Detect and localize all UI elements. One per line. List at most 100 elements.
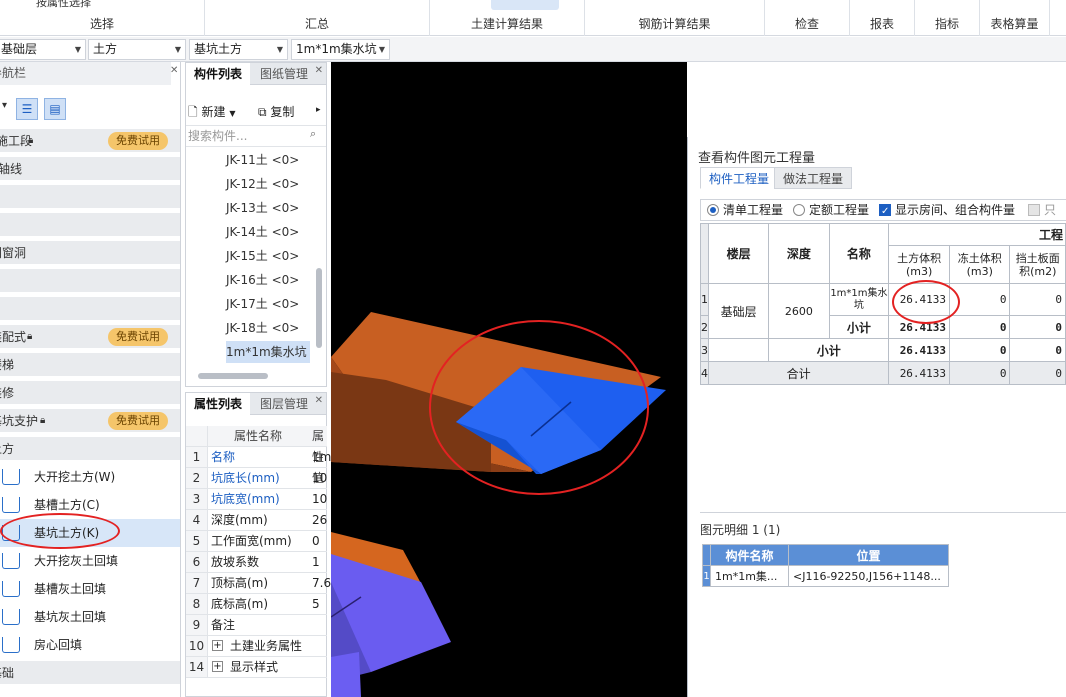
property-value[interactable]: 5 — [312, 594, 320, 615]
property-value[interactable]: 10 — [312, 468, 327, 489]
expand-icon[interactable]: + — [212, 640, 223, 651]
property-value[interactable]: 26 — [312, 510, 327, 531]
property-row[interactable]: 2 坑底长(mm) 10 — [186, 468, 327, 489]
property-row[interactable]: +14 显示样式 — [186, 657, 327, 678]
tab-layer-manage[interactable]: 图层管理 — [252, 393, 316, 415]
ribbon-group-rebar-result[interactable]: 钢筋计算结果 — [585, 0, 765, 36]
cell-frozen-volume[interactable]: 0 — [949, 338, 1011, 362]
nav-category[interactable]: 基础 — [0, 660, 180, 684]
nav-category[interactable]: 门窗洞 — [0, 240, 180, 264]
nav-category[interactable]: 装修 — [0, 380, 180, 404]
property-row[interactable]: 4 深度(mm) 26 — [186, 510, 327, 531]
3d-viewport[interactable] — [331, 62, 687, 697]
radio-quota-quantity[interactable]: 定额工程量 — [793, 200, 869, 220]
nav-item-excavation[interactable]: 大开挖土方(W) — [0, 463, 180, 491]
tab-method-quantity[interactable]: 做法工程量 — [774, 167, 853, 189]
cell-retaining-area[interactable]: 0 — [1009, 283, 1066, 316]
type-select[interactable]: 基坑土方 ▼ — [189, 39, 288, 60]
nav-item-excavation-backfill[interactable]: 大开挖灰土回填 — [0, 547, 180, 575]
detail-cell-position[interactable]: <J116-92250,J156+1148... — [788, 565, 949, 587]
nav-item-pit-backfill[interactable]: 基坑灰土回填 — [0, 603, 180, 631]
property-row[interactable]: 3 坑底宽(mm) 10 — [186, 489, 327, 510]
list-item[interactable]: JK-18土 <0> — [226, 317, 316, 339]
horizontal-scrollbar[interactable] — [198, 373, 268, 379]
cell-name[interactable]: 1m*1m集水坑 — [828, 283, 890, 316]
cell-frozen-volume[interactable]: 0 — [949, 315, 1011, 339]
ribbon-group-index[interactable]: 指标 — [915, 0, 980, 36]
category-select[interactable]: 土方 ▼ — [88, 39, 186, 60]
cell-retaining-area[interactable]: 0 — [1009, 315, 1066, 339]
tab-property-list[interactable]: 属性列表 — [186, 393, 251, 415]
nav-category[interactable] — [0, 212, 180, 236]
property-row[interactable]: 5 工作面宽(mm) 0 — [186, 531, 327, 552]
ribbon-group-civil-result[interactable]: 土建计算结果 — [430, 0, 585, 36]
detail-view-icon[interactable]: ▤ — [44, 98, 66, 120]
component-select[interactable]: 1m*1m集水坑 ▼ — [291, 39, 390, 60]
more-icon[interactable]: ▸ — [316, 105, 321, 115]
search-icon[interactable]: ⌕ — [310, 127, 316, 141]
chevron-down-icon[interactable]: ▾ — [2, 100, 7, 111]
property-row[interactable]: 7 顶标高(m) 7.6 — [186, 573, 331, 594]
list-item[interactable]: JK-17土 <0> — [226, 293, 316, 315]
tab-component-quantity[interactable]: 构件工程量 — [700, 167, 779, 189]
ribbon-group-table-calc[interactable]: 表格算量 — [980, 0, 1050, 36]
list-item[interactable]: JK-13土 <0> — [226, 197, 316, 219]
cell-frozen-volume[interactable]: 0 — [949, 361, 1011, 385]
close-icon[interactable]: ✕ — [170, 65, 178, 76]
nav-category[interactable] — [0, 184, 180, 208]
search-input[interactable]: 搜索构件... — [186, 125, 326, 147]
nav-item-room-backfill[interactable]: 房心回填 — [0, 631, 180, 659]
close-icon[interactable]: ✕ — [315, 65, 323, 76]
list-item-selected[interactable]: 1m*1m集水坑 — [226, 341, 310, 363]
property-row[interactable]: 1 名称 1m — [186, 447, 331, 468]
nav-category[interactable]: 轴线 — [0, 156, 180, 180]
free-trial-badge[interactable]: 免费试用 — [108, 412, 168, 430]
nav-category[interactable]: 土方 — [0, 436, 180, 460]
property-row[interactable]: 8 底标高(m) 5 — [186, 594, 327, 615]
free-trial-badge[interactable]: 免费试用 — [108, 328, 168, 346]
list-item[interactable]: JK-15土 <0> — [226, 245, 316, 267]
detail-cell-name[interactable]: 1m*1m集... — [710, 565, 789, 587]
cell-depth[interactable]: 2600 — [768, 283, 830, 339]
property-value[interactable]: 7.6 — [312, 573, 331, 594]
close-icon[interactable]: ✕ — [315, 395, 323, 406]
list-item[interactable]: JK-16土 <0> — [226, 269, 316, 291]
list-item[interactable]: JK-11土 <0> — [226, 149, 316, 171]
nav-category[interactable]: 基坑支护🔒︎免费试用 — [0, 408, 180, 432]
property-value[interactable]: 1m — [312, 447, 331, 468]
new-button[interactable]: 🗋︎ 新建 ▼ — [188, 103, 235, 124]
nav-category[interactable]: 装配式🔒︎免费试用 — [0, 324, 180, 348]
property-row[interactable]: 6 放坡系数 1 — [186, 552, 327, 573]
property-value[interactable]: 0 — [312, 531, 320, 552]
ribbon-group-report[interactable]: 报表 — [850, 0, 915, 36]
nav-category[interactable]: 楼梯 — [0, 352, 180, 376]
ribbon-group-select[interactable]: 选择 — [0, 0, 205, 36]
property-row[interactable]: +10 土建业务属性 — [186, 636, 327, 657]
nav-item-trench-backfill[interactable]: 基槽灰土回填 — [0, 575, 180, 603]
cell-retaining-area[interactable]: 0 — [1009, 338, 1066, 362]
radio-list-quantity[interactable]: 清单工程量 — [707, 200, 783, 220]
nav-category[interactable] — [0, 296, 180, 320]
property-row[interactable]: 9 备注 — [186, 615, 327, 636]
tab-drawing-manage[interactable]: 图纸管理 — [252, 63, 316, 85]
cell-earth-volume[interactable]: 26.4133 — [888, 338, 951, 362]
nav-category[interactable]: 施工段 🔒︎ 免费试用 — [0, 128, 180, 152]
list-view-icon[interactable]: ☰ — [16, 98, 38, 120]
copy-button[interactable]: ⧉ 复制 — [258, 103, 294, 120]
cell-floor[interactable]: 基础层 — [707, 283, 770, 339]
free-trial-badge[interactable]: 免费试用 — [108, 132, 168, 150]
floor-select[interactable]: 基础层 ▼ — [0, 39, 86, 60]
property-value[interactable]: 10 — [312, 489, 327, 510]
list-item[interactable]: JK-14土 <0> — [226, 221, 316, 243]
list-item[interactable]: JK-12土 <0> — [226, 173, 316, 195]
expand-icon[interactable]: + — [212, 661, 223, 672]
property-value[interactable]: 1 — [312, 552, 320, 573]
checkbox-show-room[interactable]: 显示房间、组合构件量 — [879, 200, 1015, 222]
cell-retaining-area[interactable]: 0 — [1009, 361, 1066, 385]
nav-category[interactable] — [0, 268, 180, 292]
ribbon-group-check[interactable]: 检查 — [765, 0, 850, 36]
vertical-scrollbar[interactable] — [316, 268, 322, 348]
cell-earth-volume[interactable]: 26.4133 — [888, 361, 951, 385]
ribbon-group-summary[interactable]: 汇总 — [205, 0, 430, 36]
tab-component-list[interactable]: 构件列表 — [186, 63, 251, 85]
